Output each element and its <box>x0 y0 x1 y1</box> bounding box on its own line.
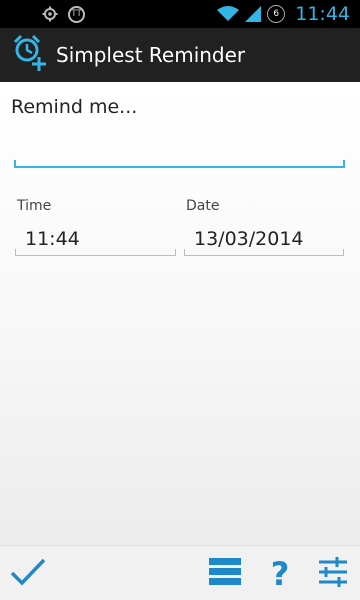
status-bar-left: TT <box>42 5 85 23</box>
signal-icon <box>245 6 262 22</box>
confirm-button[interactable] <box>6 554 50 594</box>
list-icon <box>208 557 242 591</box>
settings-gear-icon <box>42 6 58 22</box>
action-bar: Simplest Reminder <box>0 28 360 82</box>
input-edge-right <box>343 160 345 168</box>
status-clock: 11:44 <box>295 3 350 25</box>
date-field-edge-right <box>343 249 344 256</box>
date-label: Date <box>186 198 220 214</box>
help-icon: ? <box>270 555 290 593</box>
notification-count-icon: 6 <box>267 5 286 23</box>
time-field-edge-right <box>175 249 176 256</box>
help-button[interactable]: ? <box>262 554 298 594</box>
settings-sliders-icon <box>317 556 349 592</box>
alarm-clock-plus-icon[interactable] <box>12 34 48 76</box>
wifi-icon <box>217 6 240 22</box>
app-title: Simplest Reminder <box>56 43 246 67</box>
date-field[interactable]: 13/03/2014 <box>184 222 344 256</box>
time-field[interactable]: 11:44 <box>15 222 175 256</box>
bottom-action-bar: ? <box>0 545 360 600</box>
status-bar-right: 6 11:44 <box>217 3 350 25</box>
app-badge-text: TT <box>71 9 82 19</box>
reminder-list-button[interactable] <box>205 554 245 594</box>
input-edge-left <box>14 160 16 168</box>
app-badge-icon: TT <box>68 5 85 23</box>
date-field-edge-left <box>184 249 185 256</box>
time-field-edge-left <box>15 249 16 256</box>
settings-button[interactable] <box>313 554 353 594</box>
remind-me-label: Remind me... <box>11 96 138 118</box>
checkmark-icon <box>9 557 47 591</box>
reminder-form: Remind me... Time 11:44 Date 13/03/2014 <box>0 82 360 545</box>
reminder-text-input[interactable] <box>14 140 345 168</box>
time-label: Time <box>17 198 52 214</box>
notification-count: 6 <box>273 9 280 19</box>
status-bar: TT 6 11:44 <box>0 0 360 28</box>
